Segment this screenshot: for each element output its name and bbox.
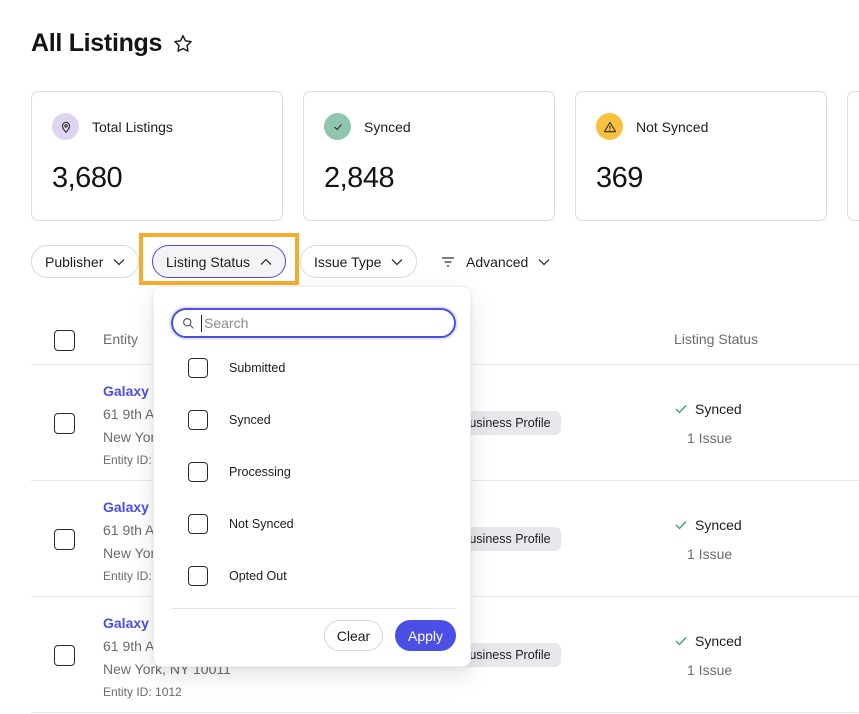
status-text: Synced — [695, 401, 742, 417]
chevron-down-icon — [391, 258, 403, 265]
check-icon — [324, 113, 351, 140]
option-not-synced[interactable]: Not Synced — [188, 513, 294, 535]
listing-status-filter-button[interactable]: Listing Status — [152, 245, 287, 278]
chevron-down-icon — [538, 258, 550, 265]
entity-address-line1: 61 9th A — [103, 406, 155, 422]
map-pin-icon — [52, 113, 79, 140]
option-opted-out[interactable]: Opted Out — [188, 565, 287, 587]
advanced-filter-button[interactable]: Advanced — [440, 245, 550, 278]
entity-address-line2: New Yor — [103, 429, 156, 445]
option-submitted[interactable]: Submitted — [188, 357, 285, 379]
issue-count[interactable]: 1 Issue — [687, 546, 732, 562]
option-processing[interactable]: Processing — [188, 461, 291, 483]
issue-count[interactable]: 1 Issue — [687, 662, 732, 678]
check-icon — [675, 405, 687, 414]
chevron-up-icon — [260, 258, 272, 265]
row-checkbox[interactable] — [54, 645, 75, 666]
filter-label: Listing Status — [166, 253, 251, 270]
entity-id: Entity ID: — [103, 453, 152, 467]
column-header-listing-status[interactable]: Listing Status — [674, 331, 758, 347]
entity-address-line1: 61 9th A — [103, 638, 155, 654]
divider — [171, 608, 456, 609]
page-title: All Listings — [31, 29, 163, 57]
star-icon[interactable] — [172, 33, 194, 55]
stat-value: 369 — [596, 162, 643, 194]
clear-button[interactable]: Clear — [324, 620, 383, 651]
apply-button[interactable]: Apply — [395, 620, 456, 651]
column-header-entity[interactable]: Entity — [103, 331, 138, 347]
select-all-checkbox[interactable] — [54, 330, 75, 351]
check-icon — [675, 521, 687, 530]
issue-type-filter-button[interactable]: Issue Type — [300, 245, 418, 278]
option-checkbox[interactable] — [188, 358, 208, 378]
stat-label: Synced — [364, 118, 411, 135]
stat-card-partial — [847, 91, 859, 221]
listing-status-dropdown: Submitted Synced Processing Not Synced O… — [153, 286, 471, 667]
stat-card-not-synced: Not Synced 369 — [575, 91, 827, 221]
row-checkbox[interactable] — [54, 413, 75, 434]
publisher-filter-button[interactable]: Publisher — [31, 245, 140, 278]
stat-card-total-listings: Total Listings 3,680 — [31, 91, 283, 221]
stat-label: Total Listings — [92, 118, 173, 135]
entity-address-line2: New Yor — [103, 545, 156, 561]
entity-id: Entity ID: 1012 — [103, 685, 182, 699]
listing-status: Synced — [675, 633, 742, 649]
stat-label: Not Synced — [636, 118, 709, 135]
option-checkbox[interactable] — [188, 566, 208, 586]
search-input[interactable] — [201, 314, 431, 332]
option-checkbox[interactable] — [188, 462, 208, 482]
listing-status: Synced — [675, 517, 742, 533]
status-text: Synced — [695, 517, 742, 533]
option-checkbox[interactable] — [188, 410, 208, 430]
filter-label: Publisher — [45, 253, 104, 270]
page-header: All Listings — [31, 29, 194, 58]
search-field[interactable] — [171, 308, 456, 338]
filter-icon — [442, 256, 454, 267]
entity-address-line1: 61 9th A — [103, 522, 155, 538]
search-icon — [183, 317, 194, 329]
filter-label: Advanced — [466, 253, 529, 270]
issue-count[interactable]: 1 Issue — [687, 430, 732, 446]
warning-icon — [596, 113, 623, 140]
stat-value: 3,680 — [52, 162, 123, 194]
option-label: Not Synced — [229, 517, 294, 531]
filter-label: Issue Type — [314, 253, 382, 270]
stat-value: 2,848 — [324, 162, 395, 194]
check-icon — [675, 637, 687, 646]
stat-card-synced: Synced 2,848 — [303, 91, 555, 221]
row-checkbox[interactable] — [54, 529, 75, 550]
option-synced[interactable]: Synced — [188, 409, 271, 431]
option-label: Submitted — [229, 361, 286, 375]
option-label: Processing — [229, 465, 291, 479]
option-label: Synced — [229, 413, 271, 427]
option-checkbox[interactable] — [188, 514, 208, 534]
listing-status: Synced — [675, 401, 742, 417]
chevron-down-icon — [113, 258, 125, 265]
entity-id: Entity ID: — [103, 569, 152, 583]
status-text: Synced — [695, 633, 742, 649]
option-label: Opted Out — [229, 569, 287, 583]
